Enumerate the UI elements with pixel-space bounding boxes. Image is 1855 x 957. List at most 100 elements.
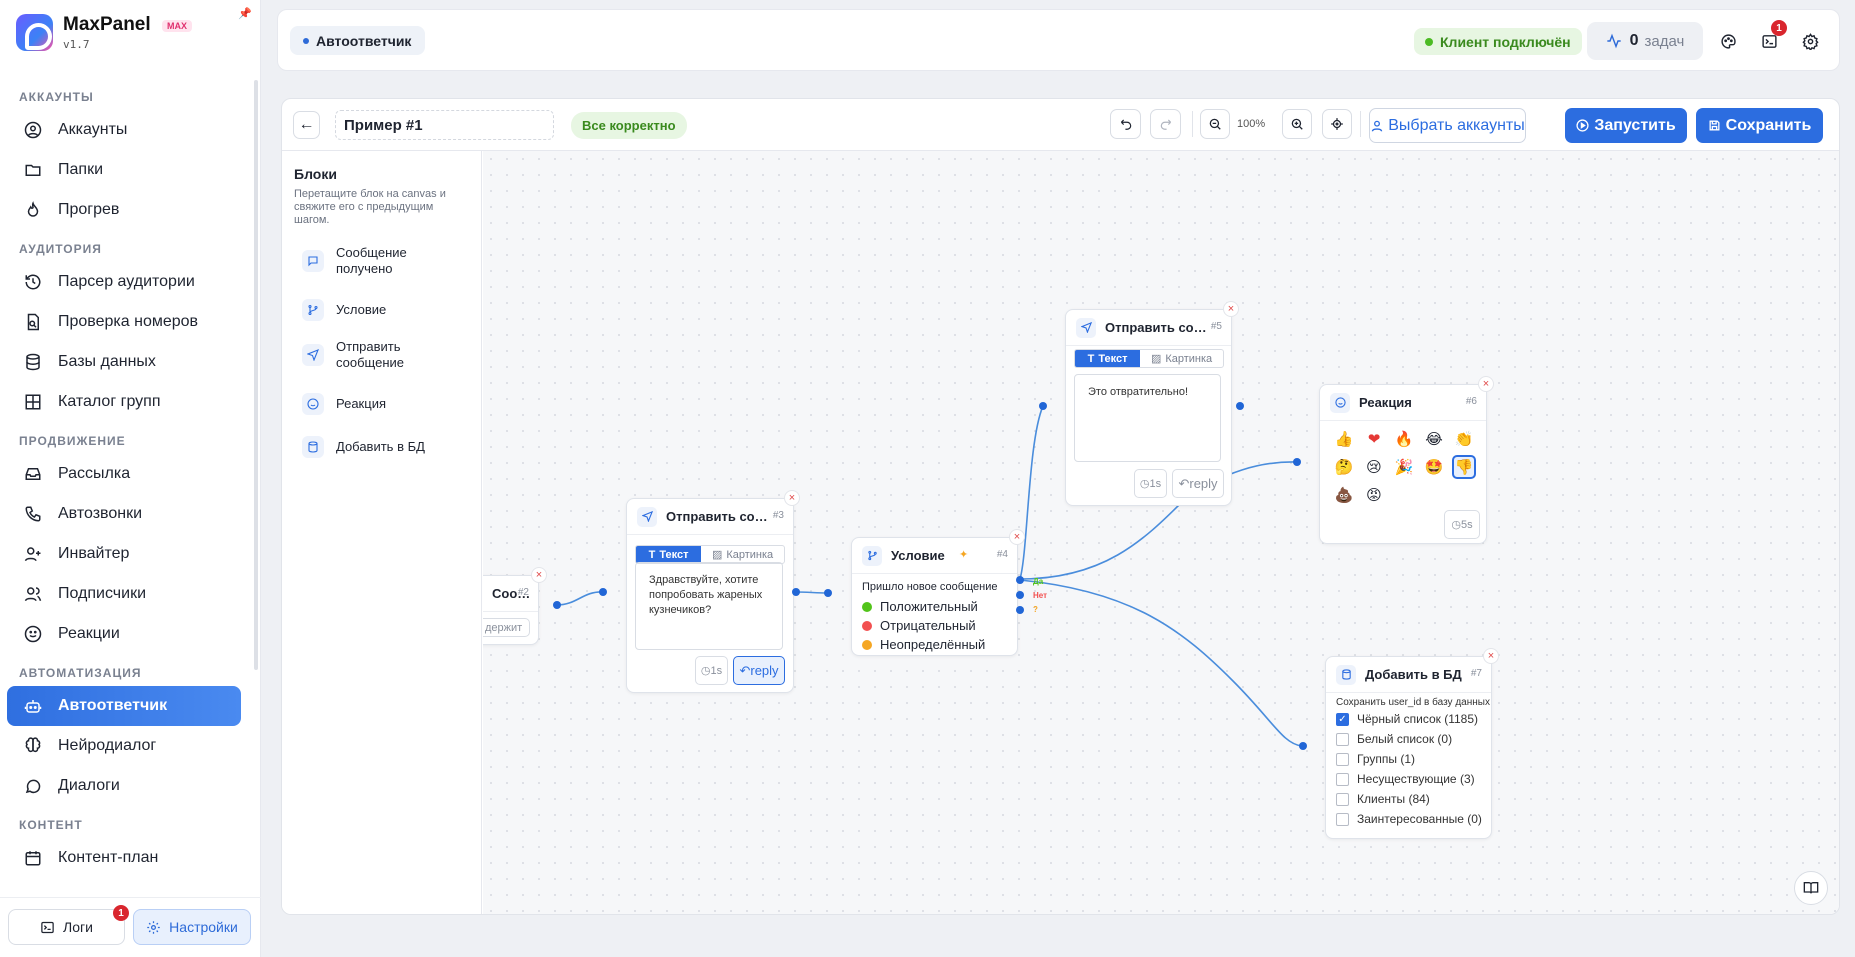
sidebar-item-audience-parser[interactable]: Парсер аудитории: [7, 262, 241, 302]
logs-button[interactable]: Логи 1: [8, 905, 129, 945]
node-output-port[interactable]: [553, 601, 561, 609]
tab-image[interactable]: ▨ Картинка: [701, 546, 784, 563]
sidebar-item-neurodialog[interactable]: Нейродиалог: [7, 726, 241, 766]
node-add-to-db[interactable]: Добавить в БД #7 Сохранить user_id в баз…: [1325, 656, 1492, 839]
checkbox[interactable]: [1336, 792, 1349, 806]
settings-button[interactable]: Настройки: [133, 909, 251, 945]
node-reaction[interactable]: Реакция #6 👍 ❤ 🔥 😂 👏 🤔 😢 🎉 🤩 👎 💩 😡 ◷ 5s: [1319, 384, 1487, 544]
delay-button[interactable]: ◷ 1s: [695, 656, 728, 685]
condition-output-unknown[interactable]: [1016, 606, 1024, 614]
select-accounts-button[interactable]: Выбрать аккаунты: [1369, 108, 1526, 143]
save-button[interactable]: Сохранить: [1696, 108, 1823, 143]
sidebar-scrollbar[interactable]: [254, 80, 258, 670]
terminal-icon[interactable]: 1: [1759, 20, 1787, 51]
checkbox[interactable]: [1336, 812, 1349, 826]
node-input-port[interactable]: [599, 588, 607, 596]
checkbox[interactable]: [1336, 772, 1349, 786]
zoom-out-button[interactable]: [1200, 109, 1230, 139]
message-textarea[interactable]: Это отвратительно!: [1074, 374, 1221, 462]
tab-text[interactable]: T Текст: [1075, 350, 1141, 367]
palette-block-add-to-db[interactable]: Добавить в БД: [302, 436, 425, 458]
sidebar-item-folders[interactable]: Папки: [7, 150, 241, 190]
emoji-option[interactable]: ❤: [1362, 427, 1386, 451]
db-list-option[interactable]: Несуществующие (3): [1336, 772, 1475, 786]
reply-button[interactable]: ↶ reply: [1172, 469, 1224, 498]
delay-button[interactable]: ◷ 5s: [1444, 510, 1480, 539]
condition-output-yes[interactable]: [1016, 576, 1024, 584]
node-output-port[interactable]: [792, 588, 800, 596]
message-textarea[interactable]: Здравствуйте, хотите попробовать жареных…: [635, 562, 783, 650]
tab-text[interactable]: T Текст: [636, 546, 702, 563]
fit-view-button[interactable]: [1322, 109, 1352, 139]
emoji-option-selected[interactable]: 👎: [1452, 455, 1476, 479]
node-input-port[interactable]: [1293, 458, 1301, 466]
emoji-option[interactable]: 👏: [1452, 427, 1476, 451]
brand-row[interactable]: MaxPanel v1.7: [16, 14, 151, 51]
node-send-message-3[interactable]: Отправить сообщ… #3 TТекст ▨Картинка Здр…: [626, 498, 794, 693]
close-icon[interactable]: ×: [1478, 376, 1494, 392]
sidebar-item-content-plan[interactable]: Контент-план: [7, 838, 241, 878]
emoji-option[interactable]: 💩: [1332, 483, 1356, 507]
redo-button[interactable]: [1150, 109, 1181, 139]
sparkles-icon[interactable]: ✦: [959, 548, 968, 561]
checkbox[interactable]: [1336, 752, 1349, 766]
node-send-message-5[interactable]: Отправить сообщ… #5 TТекст ▨Картинка Это…: [1065, 309, 1232, 506]
sidebar-item-dialogs[interactable]: Диалоги: [7, 766, 241, 806]
db-list-option[interactable]: Заинтересованные (0): [1336, 812, 1482, 826]
emoji-option[interactable]: 😂: [1422, 427, 1446, 451]
tasks-button[interactable]: 0 задач: [1587, 22, 1703, 60]
sidebar-item-autocalls[interactable]: Автозвонки: [7, 494, 241, 534]
sidebar-item-group-catalog[interactable]: Каталог групп: [7, 382, 241, 422]
emoji-option[interactable]: 🎉: [1392, 455, 1416, 479]
node-input-port[interactable]: [824, 589, 832, 597]
palette-block-reaction[interactable]: Реакция: [302, 393, 386, 415]
flow-canvas[interactable]: Сообщение получ… #2 держит × Отправить с…: [483, 151, 1839, 914]
emoji-option[interactable]: 🤩: [1422, 455, 1446, 479]
checkbox[interactable]: [1336, 732, 1349, 746]
db-list-option[interactable]: ✓ Чёрный список (1185): [1336, 712, 1478, 726]
palette-block-send-message[interactable]: Отправить сообщение: [302, 339, 432, 371]
sidebar-item-subscribers[interactable]: Подписчики: [7, 574, 241, 614]
node-input-port[interactable]: [1039, 402, 1047, 410]
reply-button[interactable]: ↶ reply: [733, 656, 785, 685]
node-condition[interactable]: Условие ✦ #4 Пришло новое сообщение Поло…: [851, 537, 1018, 656]
tab-image[interactable]: ▨ Картинка: [1140, 350, 1223, 367]
book-icon[interactable]: [1794, 871, 1828, 905]
condition-output-no[interactable]: [1016, 591, 1024, 599]
close-icon[interactable]: ×: [1223, 301, 1239, 317]
close-icon[interactable]: ×: [531, 567, 547, 583]
undo-button[interactable]: [1110, 109, 1141, 139]
emoji-option[interactable]: 👍: [1332, 427, 1356, 451]
palette-block-message-received[interactable]: Сообщение получено: [302, 245, 432, 277]
pin-icon[interactable]: 📌: [238, 7, 252, 20]
sidebar-item-number-check[interactable]: Проверка номеров: [7, 302, 241, 342]
delay-button[interactable]: ◷ 1s: [1134, 469, 1167, 498]
close-icon[interactable]: ×: [784, 490, 800, 506]
emoji-option[interactable]: 🔥: [1392, 427, 1416, 451]
sidebar-item-accounts[interactable]: Аккаунты: [7, 110, 241, 150]
sidebar-item-databases[interactable]: Базы данных: [7, 342, 241, 382]
gear-icon[interactable]: [1800, 31, 1820, 51]
node-message-received[interactable]: Сообщение получ… #2 держит: [483, 575, 539, 645]
zoom-in-button[interactable]: [1282, 109, 1312, 139]
sidebar-item-inviter[interactable]: Инвайтер: [7, 534, 241, 574]
palette-block-condition[interactable]: Условие: [302, 299, 386, 321]
emoji-option[interactable]: 🤔: [1332, 455, 1356, 479]
node-input-port[interactable]: [1299, 742, 1307, 750]
sidebar-item-mailing[interactable]: Рассылка: [7, 454, 241, 494]
node-field[interactable]: держит: [483, 618, 530, 637]
flow-title-input[interactable]: [335, 110, 554, 140]
run-button[interactable]: Запустить: [1565, 108, 1687, 143]
db-list-option[interactable]: Белый список (0): [1336, 732, 1452, 746]
sidebar-item-warmup[interactable]: Прогрев: [7, 190, 241, 230]
db-list-option[interactable]: Группы (1): [1336, 752, 1415, 766]
emoji-option[interactable]: 😡: [1362, 483, 1386, 507]
palette-icon[interactable]: [1718, 31, 1738, 51]
sidebar-item-autoresponder[interactable]: Автоответчик: [7, 686, 241, 726]
node-output-port[interactable]: [1236, 402, 1244, 410]
db-list-option[interactable]: Клиенты (84): [1336, 792, 1430, 806]
checkbox-checked[interactable]: ✓: [1336, 712, 1349, 726]
close-icon[interactable]: ×: [1483, 648, 1499, 664]
back-button[interactable]: ←: [293, 111, 320, 139]
close-icon[interactable]: ×: [1009, 529, 1025, 545]
